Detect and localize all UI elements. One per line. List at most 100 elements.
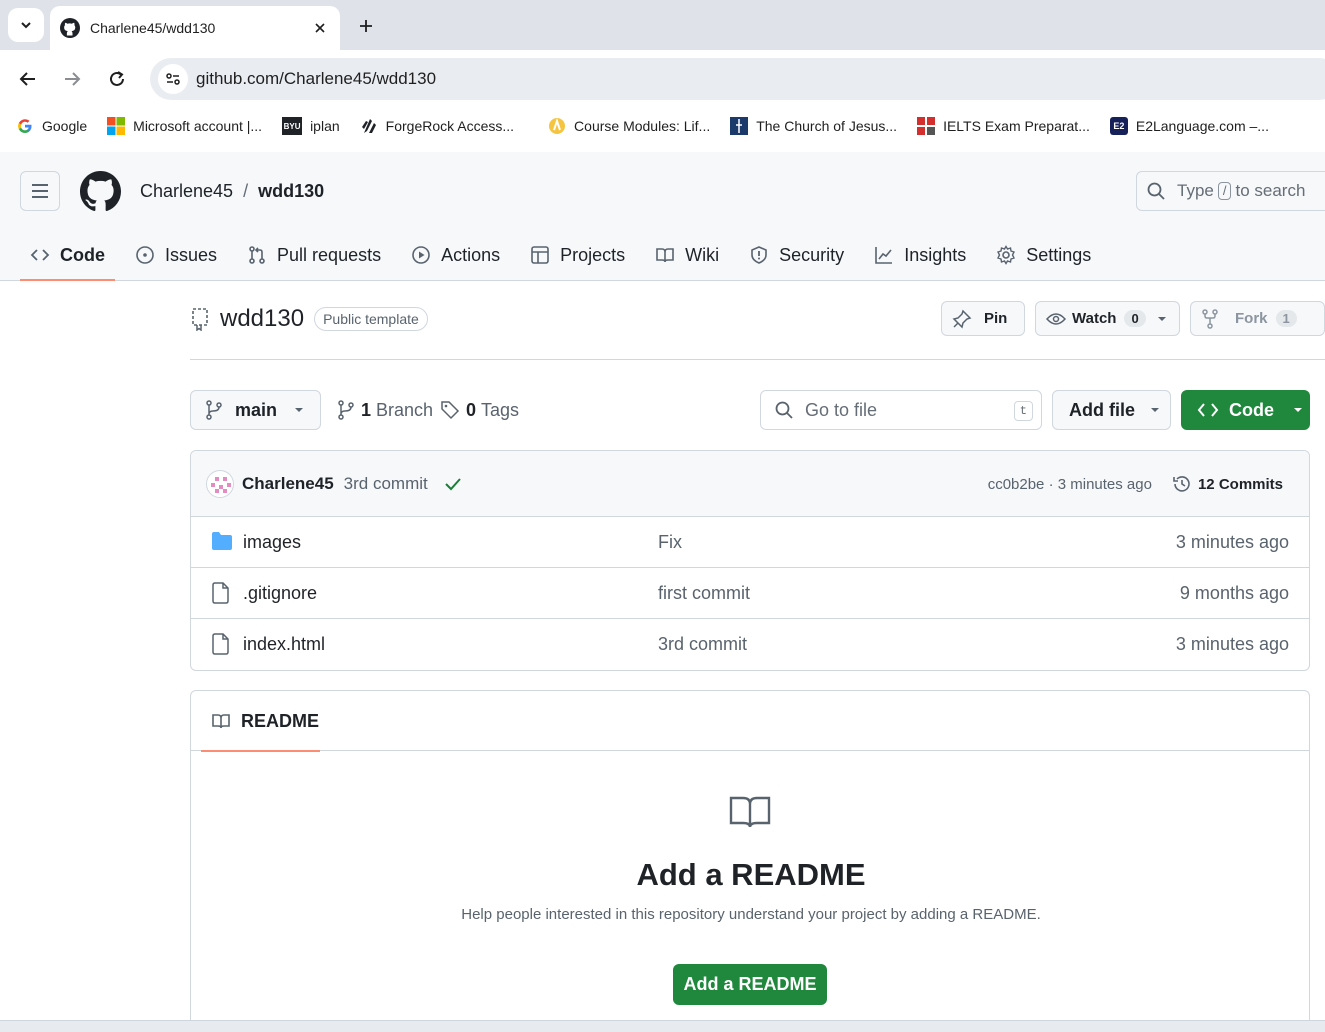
tab-label: Security — [779, 244, 845, 265]
tab-readme[interactable]: README — [201, 691, 320, 752]
commits-count-label: 12 Commits — [1197, 475, 1283, 493]
repo-title-row: wdd130 Public template Pin Watch 0 Fork … — [190, 300, 1325, 360]
code-icon — [1197, 403, 1219, 417]
bookmark-church[interactable]: The Church of Jesus... — [730, 117, 897, 135]
watch-button[interactable]: Watch 0 — [1035, 301, 1180, 336]
caret-down-icon — [295, 408, 304, 412]
tab-insights[interactable]: Insights — [864, 230, 976, 280]
church-icon — [730, 117, 749, 135]
microsoft-icon — [107, 117, 126, 135]
file-name[interactable]: index.html — [243, 634, 325, 655]
github-logo-icon[interactable] — [80, 171, 121, 212]
tab-wiki[interactable]: Wiki — [645, 230, 729, 280]
fork-button[interactable]: Fork 1 — [1190, 301, 1325, 336]
search-icon — [775, 401, 793, 419]
add-readme-button[interactable]: Add a README — [673, 964, 827, 1005]
check-icon[interactable] — [444, 476, 462, 492]
file-icon — [212, 582, 229, 604]
back-arrow-icon[interactable] — [12, 63, 44, 95]
caret-down-icon — [1151, 408, 1159, 412]
bookmark-ielts[interactable]: IELTS Exam Preparat... — [917, 117, 1090, 135]
fork-label: Fork — [1235, 310, 1268, 327]
search-shortcut-key: / — [1217, 182, 1232, 200]
search-input[interactable]: Type / to search — [1136, 171, 1325, 211]
bookmark-google[interactable]: Google — [16, 117, 87, 135]
latest-commit-row: Charlene45 3rd commit cc0b2be · 3 minute… — [191, 451, 1309, 517]
close-tab-icon[interactable] — [308, 16, 332, 40]
reload-icon[interactable] — [101, 63, 133, 95]
tab-settings[interactable]: Settings — [986, 230, 1101, 280]
bookmark-e2language[interactable]: E2 E2Language.com –... — [1109, 117, 1269, 135]
repo-name[interactable]: wdd130 — [220, 305, 304, 333]
bookmark-iplan[interactable]: BYU iplan — [282, 117, 340, 135]
branch-name: main — [235, 399, 278, 420]
commit-hash-time[interactable]: cc0b2be · 3 minutes ago — [988, 476, 1152, 493]
bookmark-forgerock[interactable]: ForgeRock Access... — [360, 117, 514, 135]
file-date: 9 months ago — [1179, 582, 1289, 603]
book-icon — [212, 714, 230, 729]
github-header: Charlene45 / wdd130 Type / to search Cod… — [0, 152, 1325, 281]
table-row[interactable]: .gitignore first commit 9 months ago — [191, 568, 1309, 619]
table-row[interactable]: index.html 3rd commit 3 minutes ago — [191, 619, 1309, 670]
table-row[interactable]: images Fix 3 minutes ago — [191, 517, 1309, 568]
tag-icon — [441, 401, 460, 420]
branches-link[interactable]: 1 Branch — [337, 390, 433, 430]
file-table: Charlene45 3rd commit cc0b2be · 3 minute… — [190, 450, 1310, 671]
fork-count: 1 — [1275, 310, 1297, 327]
bookmark-microsoft[interactable]: Microsoft account |... — [107, 117, 262, 135]
tab-label: Settings — [1026, 244, 1092, 265]
file-commit-message[interactable]: 3rd commit — [658, 634, 747, 655]
file-name[interactable]: .gitignore — [243, 583, 317, 604]
browser-tab[interactable]: Charlene45/wdd130 — [50, 6, 340, 50]
commits-history-link[interactable]: 12 Commits — [1172, 474, 1283, 494]
graph-icon — [875, 247, 893, 264]
bookmark-label: E2Language.com –... — [1135, 118, 1269, 134]
eye-icon — [1046, 312, 1066, 325]
pin-button[interactable]: Pin — [941, 301, 1025, 336]
add-file-button[interactable]: Add file — [1052, 390, 1171, 430]
tab-pull-requests[interactable]: Pull requests — [237, 230, 391, 280]
repo-link[interactable]: wdd130 — [258, 181, 324, 202]
bookmark-label: Microsoft account |... — [133, 118, 263, 134]
tab-code[interactable]: Code — [20, 230, 115, 281]
address-bar[interactable]: github.com/Charlene45/wdd130 — [150, 58, 1325, 100]
github-favicon-icon — [60, 18, 80, 38]
site-info-icon[interactable] — [158, 64, 188, 94]
pin-label: Pin — [984, 310, 1008, 327]
tab-actions[interactable]: Actions — [401, 230, 510, 280]
tab-label: Projects — [560, 244, 626, 265]
tab-label: Issues — [165, 244, 218, 265]
tab-search-button[interactable] — [8, 8, 44, 42]
search-icon — [1147, 182, 1165, 200]
tab-security[interactable]: Security — [739, 230, 854, 280]
watch-label: Watch — [1072, 310, 1117, 327]
avatar[interactable] — [206, 469, 234, 498]
bookmark-course-modules[interactable]: Course Modules: Lif... — [548, 117, 710, 135]
tab-issues[interactable]: Issues — [125, 230, 227, 280]
add-file-label: Add file — [1069, 399, 1135, 420]
file-commit-message[interactable]: Fix — [658, 532, 682, 553]
search-hint-before: Type — [1177, 181, 1214, 200]
watch-count: 0 — [1124, 310, 1146, 327]
code-button-label: Code — [1229, 399, 1274, 420]
history-icon — [1173, 476, 1190, 492]
file-name[interactable]: images — [243, 532, 301, 553]
menu-icon[interactable] — [20, 171, 60, 211]
go-to-file-input[interactable]: Go to file t — [760, 390, 1042, 430]
go-to-file-placeholder: Go to file — [805, 399, 878, 420]
tab-projects[interactable]: Projects — [520, 230, 635, 280]
readme-tab-label: README — [241, 710, 320, 731]
new-tab-icon[interactable] — [352, 12, 380, 40]
commit-author[interactable]: Charlene45 — [242, 474, 334, 494]
owner-link[interactable]: Charlene45 — [140, 181, 233, 202]
branch-selector[interactable]: main — [190, 390, 321, 430]
folder-icon — [212, 532, 232, 550]
forward-arrow-icon[interactable] — [56, 63, 88, 95]
tags-link[interactable]: 0 Tags — [440, 390, 519, 430]
commit-message[interactable]: 3rd commit — [344, 474, 428, 494]
bookmark-label: IELTS Exam Preparat... — [943, 118, 1090, 134]
file-date: 3 minutes ago — [1175, 531, 1289, 552]
file-commit-message[interactable]: first commit — [658, 583, 750, 604]
code-button[interactable]: Code — [1181, 390, 1310, 430]
branch-count: 1 — [361, 399, 372, 420]
